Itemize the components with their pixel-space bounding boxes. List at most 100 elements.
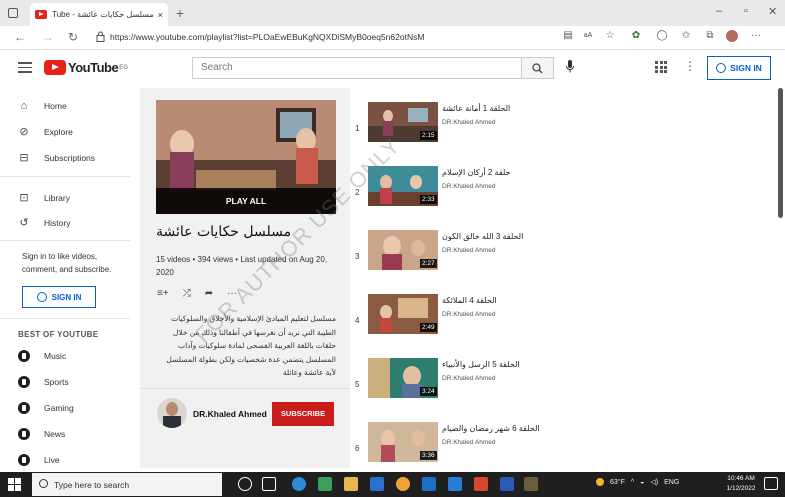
microphone-icon[interactable] <box>566 60 574 73</box>
sidebar-item-music[interactable]: Music <box>18 350 66 362</box>
share-icon[interactable]: ➦ <box>205 288 213 299</box>
video-title[interactable]: الحلقة 3 الله خالق الكون <box>442 232 523 241</box>
volume-icon[interactable]: ◁) <box>650 478 658 486</box>
refresh-icon[interactable]: ↻ <box>68 30 78 44</box>
sidebar-item-sports[interactable]: Sports <box>18 376 69 388</box>
chevron-up-icon[interactable]: ^ <box>631 479 634 486</box>
video-title[interactable]: الحلقة 1 أمانة عائشة <box>442 104 510 113</box>
sports-icon <box>18 376 30 388</box>
sidebar-item-gaming[interactable]: Gaming <box>18 402 74 414</box>
channel-name[interactable]: DR.Khaled Ahmed <box>193 409 267 419</box>
sign-in-button[interactable]: SIGN IN <box>707 56 771 80</box>
edge-icon[interactable] <box>292 477 306 491</box>
video-duration: 2:33 <box>420 195 437 204</box>
sidebar-item-label: News <box>44 429 66 439</box>
tab-close-icon[interactable]: × <box>158 10 163 20</box>
browser-menu-icon[interactable]: ··· <box>750 30 762 42</box>
office-icon[interactable] <box>474 477 488 491</box>
weather-icon[interactable] <box>596 478 604 486</box>
file-explorer-icon[interactable] <box>344 477 358 491</box>
windows-start-icon[interactable] <box>8 478 21 491</box>
sidebar-item-library[interactable]: ⊡ Library <box>18 192 70 204</box>
video-channel[interactable]: DR.Khaled Ahmed <box>442 119 495 126</box>
reader-view-icon[interactable]: ▤ <box>562 30 574 42</box>
sidebar-item-news[interactable]: News <box>18 428 65 440</box>
video-duration: 2:49 <box>420 323 437 332</box>
task-view-icon[interactable] <box>262 477 276 491</box>
favorite-icon[interactable]: ☆ <box>604 30 616 42</box>
subscribe-button[interactable]: SUBSCRIBE <box>272 402 334 426</box>
restore-icon[interactable]: ▫ <box>744 5 748 17</box>
video-channel[interactable]: DR.Khaled Ahmed <box>442 439 495 446</box>
taskbar-clock[interactable]: 10:46 AM 1/12/2022 <box>721 474 761 494</box>
video-title[interactable]: الحلقة 6 شهر رمضان والصيام <box>442 424 540 433</box>
channel-avatar[interactable] <box>157 398 187 428</box>
video-index: 4 <box>355 316 360 325</box>
video-title[interactable]: الحلقة 5 الرسل والأنبياء <box>442 360 520 369</box>
shuffle-icon[interactable]: ⤮ <box>183 288 191 299</box>
sidebar-divider <box>0 240 130 241</box>
lock-icon <box>96 31 105 42</box>
sidebar-item-explore[interactable]: ⊘ Explore <box>18 126 72 138</box>
page-scrollbar[interactable] <box>778 88 783 218</box>
collections-icon[interactable]: ⧉ <box>704 30 716 42</box>
language-indicator[interactable]: ENG <box>664 479 679 486</box>
video-index: 3 <box>355 252 360 261</box>
app-icon[interactable] <box>318 477 332 491</box>
video-title[interactable]: الحلقة 4 الملائكة <box>442 296 497 305</box>
favorites-bar-icon[interactable]: ✩ <box>680 30 692 42</box>
logo-text: YouTube <box>68 60 119 75</box>
clock-date: 1/12/2022 <box>726 485 756 492</box>
cortana-icon[interactable] <box>238 477 252 491</box>
word-icon[interactable] <box>500 477 514 491</box>
new-tab-button[interactable]: + <box>172 5 188 21</box>
sidebar-item-label: Live <box>44 455 60 465</box>
app-icon[interactable] <box>448 477 462 491</box>
video-channel[interactable]: DR.Khaled Ahmed <box>442 183 495 190</box>
browser-tab[interactable]: مسلسل حكايات عائشة - YouTube × <box>30 3 168 26</box>
sidebar-item-label: Home <box>44 101 67 111</box>
profile-avatar[interactable] <box>726 30 738 42</box>
taskbar-search[interactable]: Type here to search <box>32 473 222 496</box>
sidebar-item-history[interactable]: ↺ History <box>18 217 70 229</box>
close-window-icon[interactable]: ✕ <box>768 5 777 18</box>
sidebar-divider <box>0 176 130 177</box>
search-icon <box>39 479 48 488</box>
sidebar-item-subscriptions[interactable]: ⊟ Subscriptions <box>18 152 95 164</box>
search-input[interactable]: Search <box>192 57 522 79</box>
back-icon[interactable]: ← <box>14 30 26 44</box>
video-title[interactable]: حلقة 2 أركان الإسلام <box>442 168 510 177</box>
add-to-queue-icon[interactable]: ≡+ <box>157 288 169 299</box>
url-field[interactable]: https://www.youtube.com/playlist?list=PL… <box>110 29 424 45</box>
extension-icon[interactable]: ✿ <box>630 30 642 42</box>
sidebar-item-home[interactable]: ⌂ Home <box>18 100 67 112</box>
playlist-video-item[interactable]: 4 2:49 الحلقة 4 الملائكة DR.Khaled Ahmed <box>350 290 780 354</box>
video-channel[interactable]: DR.Khaled Ahmed <box>442 375 495 382</box>
notifications-icon[interactable] <box>764 477 778 490</box>
forward-icon[interactable]: → <box>42 30 54 44</box>
network-icon[interactable]: ◒ <box>640 479 644 486</box>
sidebar-item-live[interactable]: Live <box>18 454 60 466</box>
playlist-video-item[interactable]: 1 2:15 الحلقة 1 أمانة عائشة DR.Khaled Ah… <box>350 98 780 162</box>
mail-icon[interactable] <box>422 477 436 491</box>
video-channel[interactable]: DR.Khaled Ahmed <box>442 311 495 318</box>
tab-actions-icon[interactable] <box>8 8 18 18</box>
extension-icon[interactable]: ◯ <box>656 30 668 42</box>
menu-icon[interactable] <box>18 62 32 74</box>
sidebar-item-label: Gaming <box>44 403 74 413</box>
sign-in-label: SIGN IN <box>51 292 82 302</box>
store-icon[interactable] <box>370 477 384 491</box>
playlist-video-item[interactable]: 2 2:33 حلقة 2 أركان الإسلام DR.Khaled Ah… <box>350 162 780 226</box>
search-button[interactable] <box>522 57 554 79</box>
apps-grid-icon[interactable] <box>655 61 667 73</box>
read-aloud-icon[interactable]: aA <box>582 30 594 42</box>
playlist-video-item[interactable]: 3 2:27 الحلقة 3 الله خالق الكون DR.Khale… <box>350 226 780 290</box>
video-channel[interactable]: DR.Khaled Ahmed <box>442 247 495 254</box>
settings-more-icon[interactable]: ⋮ <box>684 59 696 73</box>
chrome-icon[interactable] <box>396 477 410 491</box>
sidebar-sign-in-button[interactable]: SIGN IN <box>22 286 96 308</box>
playlist-video-item[interactable]: 5 3:24 الحلقة 5 الرسل والأنبياء DR.Khale… <box>350 354 780 418</box>
youtube-logo[interactable]: YouTube EG <box>44 60 128 75</box>
minimize-icon[interactable]: – <box>716 5 722 17</box>
app-icon[interactable] <box>524 477 538 491</box>
